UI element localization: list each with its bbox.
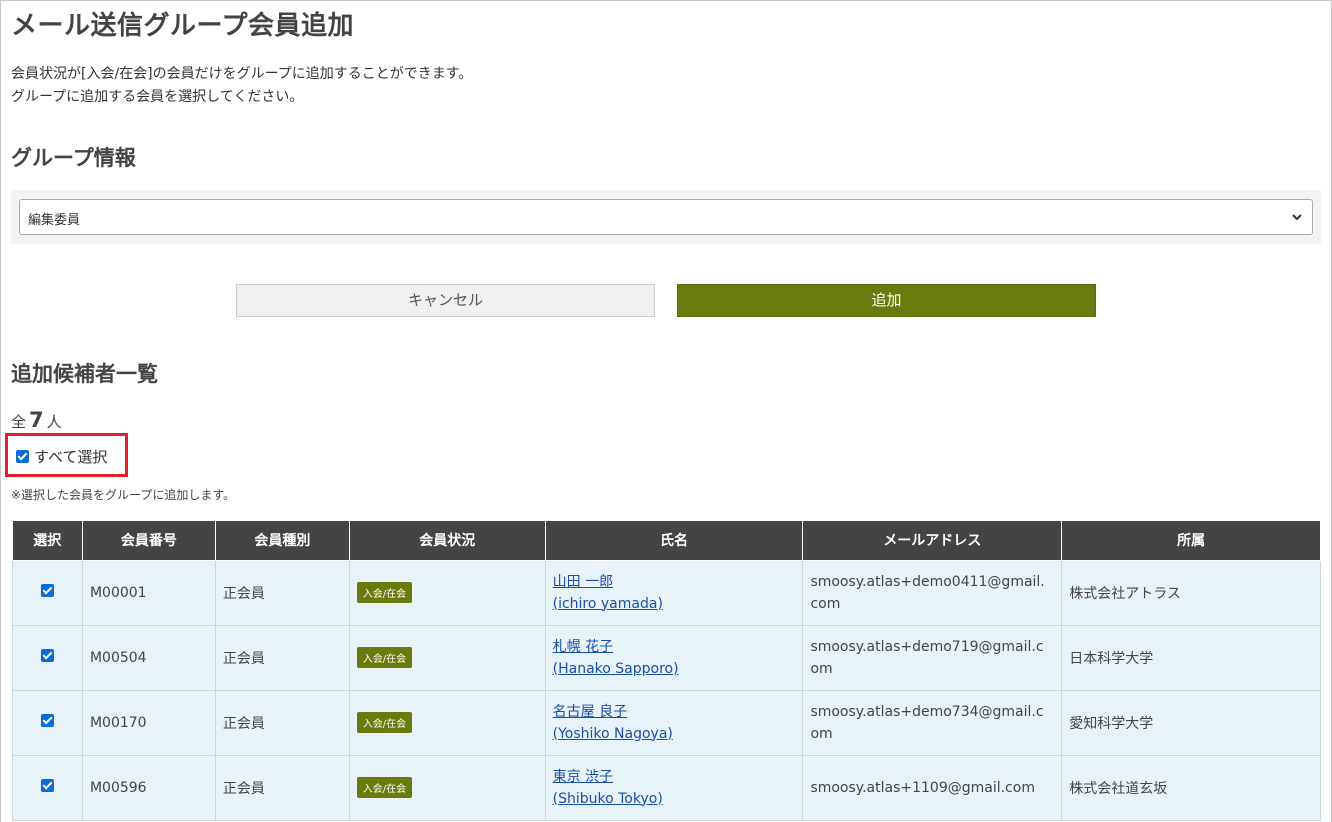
status-badge: 入会/在会 [356,712,413,733]
header-member-status: 会員状況 [348,521,546,561]
email-line-2: com [810,595,841,612]
member-name-roman-link[interactable]: (Shibuko Tokyo) [553,788,796,810]
page-description: 会員状況が[入会/在会]の会員だけをグループに追加することができます。 グループ… [11,63,472,109]
status-badge: 入会/在会 [356,777,413,798]
row-select-cell [12,624,83,691]
member-status-cell: 入会/在会 [348,559,546,626]
add-button[interactable]: 追加 [677,284,1096,317]
group-select[interactable]: 編集委員 [19,199,1313,235]
row-select-cell [12,689,83,756]
total-prefix: 全 [11,413,27,431]
email-line-1: smoosy.atlas+demo0411@gmail. [810,573,1045,590]
email-line-2: om [810,725,833,742]
candidates-section-title: 追加候補者一覧 [11,362,158,386]
group-section-title: グループ情報 [11,146,136,170]
member-name-link[interactable]: 山田 一郎 [553,571,796,593]
member-name-cell: 名古屋 良子 (Yoshiko Nagoya) [544,689,804,756]
checkbox-checked-icon[interactable] [16,450,29,463]
total-count: 全7人 [11,408,62,432]
member-type: 正会員 [214,754,350,821]
selection-note: ※選択した会員をグループに追加します。 [11,488,236,502]
description-line-1: 会員状況が[入会/在会]の会員だけをグループに追加することができます。 [11,66,473,82]
member-type: 正会員 [214,689,350,756]
member-affiliation: 株式会社道玄坂 [1061,754,1321,821]
group-select-value: 編集委員 [28,213,81,228]
member-number: M00596 [81,754,216,821]
member-number: M00170 [81,689,216,756]
email-line-1: smoosy.atlas+demo719@gmail.c [810,638,1044,655]
total-number: 7 [29,408,44,432]
member-number: M00001 [81,559,216,626]
member-name-cell: 札幌 花子 (Hanako Sapporo) [544,624,804,691]
member-name-link[interactable]: 名古屋 良子 [553,701,796,723]
member-affiliation: 株式会社アトラス [1061,559,1321,626]
member-status-cell: 入会/在会 [348,624,546,691]
member-number: M00504 [81,624,216,691]
row-checkbox[interactable] [40,714,54,727]
member-type: 正会員 [214,559,350,626]
member-name-link[interactable]: 札幌 花子 [553,636,796,658]
select-all-label: すべて選択 [34,448,108,466]
header-member-number: 会員番号 [81,521,216,561]
cancel-button[interactable]: キャンセル [236,284,655,317]
member-name-link[interactable]: 東京 渋子 [553,766,796,788]
row-checkbox[interactable] [40,584,54,597]
description-line-2: グループに追加する会員を選択してください。 [11,89,304,105]
email-line-1: smoosy.atlas+1109@gmail.com [810,779,1035,796]
member-affiliation: 愛知科学大学 [1061,689,1321,756]
members-table: 選択 会員番号 会員種別 会員状況 氏名 メールアドレス 所属 M00001 正… [12,521,1321,821]
member-email: smoosy.atlas+1109@gmail.com [802,754,1063,821]
email-line-2: om [810,660,833,677]
row-checkbox[interactable] [40,779,54,792]
member-email: smoosy.atlas+demo734@gmail.c om [802,689,1063,756]
header-member-type: 会員種別 [214,521,350,561]
member-status-cell: 入会/在会 [348,754,546,821]
table-row: M00596 正会員 入会/在会 東京 渋子 (Shibuko Tokyo) s… [12,754,1321,821]
member-email: smoosy.atlas+demo719@gmail.c om [802,624,1063,691]
member-status-cell: 入会/在会 [348,689,546,756]
header-select: 選択 [12,521,83,561]
member-name-roman-link[interactable]: (Yoshiko Nagoya) [553,723,796,745]
table-row: M00001 正会員 入会/在会 山田 一郎 (ichiro yamada) s… [12,559,1321,626]
status-badge: 入会/在会 [356,582,413,603]
row-select-cell [12,754,83,821]
header-email: メールアドレス [802,521,1063,561]
select-all-checkbox[interactable]: すべて選択 [16,446,107,467]
member-name-roman-link[interactable]: (ichiro yamada) [553,593,796,615]
chevron-down-icon [1292,214,1302,221]
member-type: 正会員 [214,624,350,691]
page-frame: メール送信グループ会員追加 会員状況が[入会/在会]の会員だけをグループに追加す… [0,0,1332,822]
status-badge: 入会/在会 [356,647,413,668]
table-header-row: 選択 会員番号 会員種別 会員状況 氏名 メールアドレス 所属 [12,521,1321,561]
header-affiliation: 所属 [1061,521,1321,561]
member-name-cell: 東京 渋子 (Shibuko Tokyo) [544,754,804,821]
group-select-container: 編集委員 [11,190,1321,244]
row-select-cell [12,559,83,626]
member-name-roman-link[interactable]: (Hanako Sapporo) [553,658,796,680]
member-name-cell: 山田 一郎 (ichiro yamada) [544,559,804,626]
page-title: メール送信グループ会員追加 [11,11,354,41]
email-line-1: smoosy.atlas+demo734@gmail.c [810,703,1044,720]
member-affiliation: 日本科学大学 [1061,624,1321,691]
member-email: smoosy.atlas+demo0411@gmail. com [802,559,1063,626]
total-suffix: 人 [46,413,62,431]
row-checkbox[interactable] [40,649,54,662]
select-all-highlight: すべて選択 [5,433,128,477]
header-name: 氏名 [544,521,804,561]
table-row: M00170 正会員 入会/在会 名古屋 良子 (Yoshiko Nagoya)… [12,689,1321,756]
table-row: M00504 正会員 入会/在会 札幌 花子 (Hanako Sapporo) … [12,624,1321,691]
